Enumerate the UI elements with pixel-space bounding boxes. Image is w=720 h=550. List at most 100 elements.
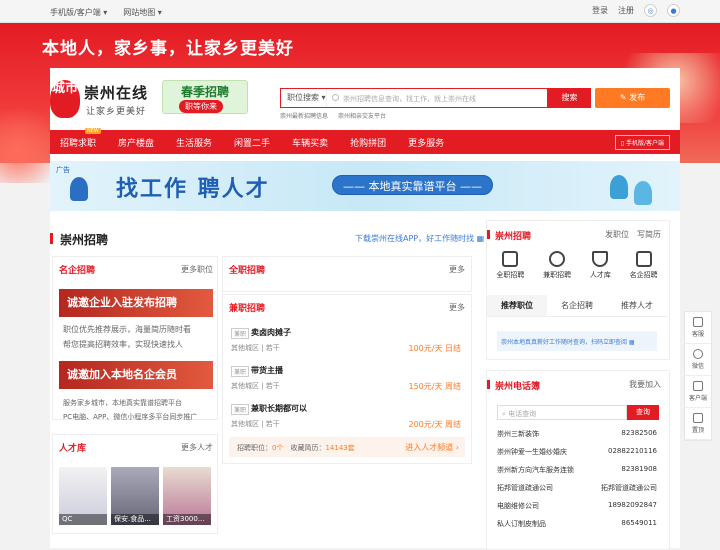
talent-panel: 人才库 更多人才 QC 保安.食品... 工资3000... <box>52 434 218 534</box>
phone-row[interactable]: 崇州三新装饰 82382506 <box>497 429 657 439</box>
tree-illustration <box>634 181 652 205</box>
main-content: 城市 崇州在线 让家乡更美好 春季招聘 职等你来 职位搜索 ▾ 崇州招聘信息查询… <box>50 68 680 550</box>
promo-banner-2[interactable]: 诚邀加入本地名企会员 <box>59 361 213 389</box>
spring-recruit-badge[interactable]: 春季招聘 职等你来 <box>162 80 248 114</box>
banner-slogan: 本地人，家乡事，让家乡更美好 <box>42 39 294 59</box>
phone-row[interactable]: 私人订制皮制品 86549011 <box>497 519 657 529</box>
user-icon[interactable]: ● <box>667 4 680 17</box>
parttime-panel: 兼职招聘 更多 兼职 卖卤肉摊子 其他城区 | 若干 100元/天 日结 兼职 … <box>222 294 472 464</box>
section-bar <box>50 233 53 244</box>
job-name[interactable]: 卖卤肉摊子 <box>251 327 291 338</box>
nav-item-more[interactable]: 更多服务 <box>408 136 444 149</box>
nav-mobile-button[interactable]: ▯ 手机版/客户端 <box>614 135 670 150</box>
sitemap-link[interactable]: 网站地图 ▾ <box>123 7 162 18</box>
company-icon-button[interactable]: 名企招聘 <box>630 251 658 280</box>
section-title: 崇州招聘 <box>60 233 109 247</box>
tab-recommended-talent[interactable]: 推荐人才 <box>607 295 667 316</box>
floating-sidebar: 客服 微信 客户端 置顶 <box>684 311 712 441</box>
nav-item-jobs[interactable]: 招聘求职 NEW <box>60 127 101 149</box>
building-illustration <box>70 177 88 201</box>
talent-card[interactable]: 保安.食品... <box>111 467 159 525</box>
phone-row[interactable]: 崇州钟爱一生婚纱婚庆 02882210116 <box>497 447 657 457</box>
phone-search-button[interactable]: 查询 <box>627 405 659 420</box>
wechat-icon[interactable]: ◎ <box>644 4 657 17</box>
parttime-icon-button[interactable]: 兼职招聘 <box>543 251 571 280</box>
graduation-icon <box>592 251 609 267</box>
publish-button[interactable]: ✎ 发布 <box>595 88 670 108</box>
job-tag: 兼职 <box>231 366 250 377</box>
logo-badge: 城市 <box>50 80 80 118</box>
fulltime-panel: 全职招聘 更多 <box>222 256 472 292</box>
post-job-link[interactable]: 发职位 <box>605 229 629 240</box>
arrow-up-icon <box>693 413 703 423</box>
hot-link[interactable]: 崇州最新招聘信息 <box>280 111 328 120</box>
famous-more-link[interactable]: 更多职位 <box>181 264 213 275</box>
nav-item-group[interactable]: 抢购拼团 <box>350 136 386 149</box>
parttime-more-link[interactable]: 更多 <box>449 302 465 313</box>
qr-notice[interactable]: 崇州本地真真薪好工作随时查询，扫码立即查阅 ▦ <box>497 331 657 351</box>
register-link[interactable]: 注册 <box>618 5 634 16</box>
ad-corner-label: 广告 <box>56 166 70 174</box>
tab-famous-companies[interactable]: 名企招聘 <box>547 295 607 316</box>
talent-more-link[interactable]: 更多人才 <box>181 442 213 453</box>
clock-icon <box>549 251 566 267</box>
new-badge: NEW <box>85 127 101 134</box>
talent-card[interactable]: 工资3000... <box>163 467 211 525</box>
phone-row[interactable]: 崇州新方向汽车服务连锁 82381908 <box>497 465 657 475</box>
famous-panel: 名企招聘 更多职位 诚邀企业入驻发布招聘 职位优先推荐展示，海量简历随时看 帮您… <box>52 256 218 421</box>
join-phonebook-link[interactable]: 我要加入 <box>629 379 661 390</box>
nav-item-cars[interactable]: 车辆买卖 <box>292 136 328 149</box>
fulltime-icon-button[interactable]: 全职招聘 <box>496 251 524 280</box>
building-icon <box>635 251 652 267</box>
nav-item-secondhand[interactable]: 闲置二手 <box>234 136 270 149</box>
site-logo[interactable]: 城市 崇州在线 让家乡更美好 <box>50 80 158 120</box>
top-bar: 手机版/客户端 ▾ 网站地图 ▾ 登录 注册 ◎ ● <box>0 0 720 23</box>
write-resume-link[interactable]: 写简历 <box>637 229 661 240</box>
tab-recommended-jobs[interactable]: 推荐职位 <box>487 295 547 316</box>
talent-channel-link[interactable]: 进入人才频道 › <box>405 442 459 453</box>
hot-links: 崇州最新招聘信息 崇州相亲交友平台 <box>280 111 386 120</box>
login-link[interactable]: 登录 <box>592 5 608 16</box>
float-service-button[interactable]: 客服 <box>685 312 711 344</box>
promo-banner-1[interactable]: 诚邀企业入驻发布招聘 <box>59 289 213 317</box>
nav-item-house[interactable]: 房产楼盘 <box>118 136 154 149</box>
hot-link[interactable]: 崇州相亲交友平台 <box>338 111 386 120</box>
search-box: 职位搜索 ▾ 崇州招聘信息查询，找工作，就上崇州在线 <box>280 88 548 108</box>
nav-item-life[interactable]: 生活服务 <box>176 136 212 149</box>
phone-search-input[interactable]: ⌕ 电话查询 <box>497 405 627 420</box>
talent-icon-button[interactable]: 人才库 <box>590 251 611 280</box>
mobile-link[interactable]: 手机版/客户端 ▾ <box>50 7 107 18</box>
search-icon <box>332 94 339 101</box>
float-app-button[interactable]: 客户端 <box>685 376 711 408</box>
headset-icon <box>693 317 703 327</box>
job-item[interactable]: 兼职 带货主播 其他城区 | 若干 150元/天 周结 <box>223 363 467 401</box>
main-nav: 招聘求职 NEW 房产楼盘 生活服务 闲置二手 车辆买卖 抢购拼团 更多服务 ▯ … <box>50 127 680 154</box>
job-tag: 兼职 <box>231 404 250 415</box>
app-download-link[interactable]: 下载崇州在线APP，好工作随时找 ▦ <box>355 233 484 244</box>
briefcase-icon <box>502 251 519 267</box>
search-type-select[interactable]: 职位搜索 ▾ <box>281 89 327 107</box>
float-top-button[interactable]: 置顶 <box>685 408 711 440</box>
right-job-panel: 崇州招聘 发职位 写简历 全职招聘 兼职招聘 人才库 名企招聘 推荐职位 名企招… <box>486 220 670 360</box>
logo-name: 崇州在线 <box>84 84 149 102</box>
ad-tagline: —— 本地真实靠谱平台 —— <box>332 175 493 195</box>
ad-banner[interactable]: 广告 找工作 聘人才 —— 本地真实靠谱平台 —— <box>50 161 680 211</box>
tree-illustration <box>610 175 628 199</box>
search-input[interactable]: 崇州招聘信息查询，找工作，就上崇州在线 <box>343 94 476 104</box>
phone-row[interactable]: 电脑维修公司 18982092847 <box>497 501 657 511</box>
job-name[interactable]: 带货主播 <box>251 365 283 376</box>
wechat-icon <box>693 349 703 359</box>
phonebook-panel: 崇州电话簿 我要加入 ⌕ 电话查询 查询 崇州三新装饰 82382506 崇州钟爱… <box>486 370 670 550</box>
stats-bar: 招聘职位：0个 收藏简历：14143套 进入人才频道 › <box>229 437 465 457</box>
right-tabs: 推荐职位 名企招聘 推荐人才 <box>487 295 667 317</box>
job-item[interactable]: 兼职 兼职长期都可以 其他城区 | 若干 200元/天 周结 <box>223 401 467 439</box>
job-tag: 兼职 <box>231 328 250 339</box>
phone-row[interactable]: 拓邦管道疏通公司 拓邦管道疏通公司 <box>497 483 657 493</box>
job-name[interactable]: 兼职长期都可以 <box>251 403 307 414</box>
qr-icon <box>693 381 703 391</box>
float-wechat-button[interactable]: 微信 <box>685 344 711 376</box>
talent-card[interactable]: QC <box>59 467 107 525</box>
fulltime-more-link[interactable]: 更多 <box>449 264 465 275</box>
job-item[interactable]: 兼职 卖卤肉摊子 其他城区 | 若干 100元/天 日结 <box>223 325 467 363</box>
search-button[interactable]: 搜索 <box>548 88 591 108</box>
